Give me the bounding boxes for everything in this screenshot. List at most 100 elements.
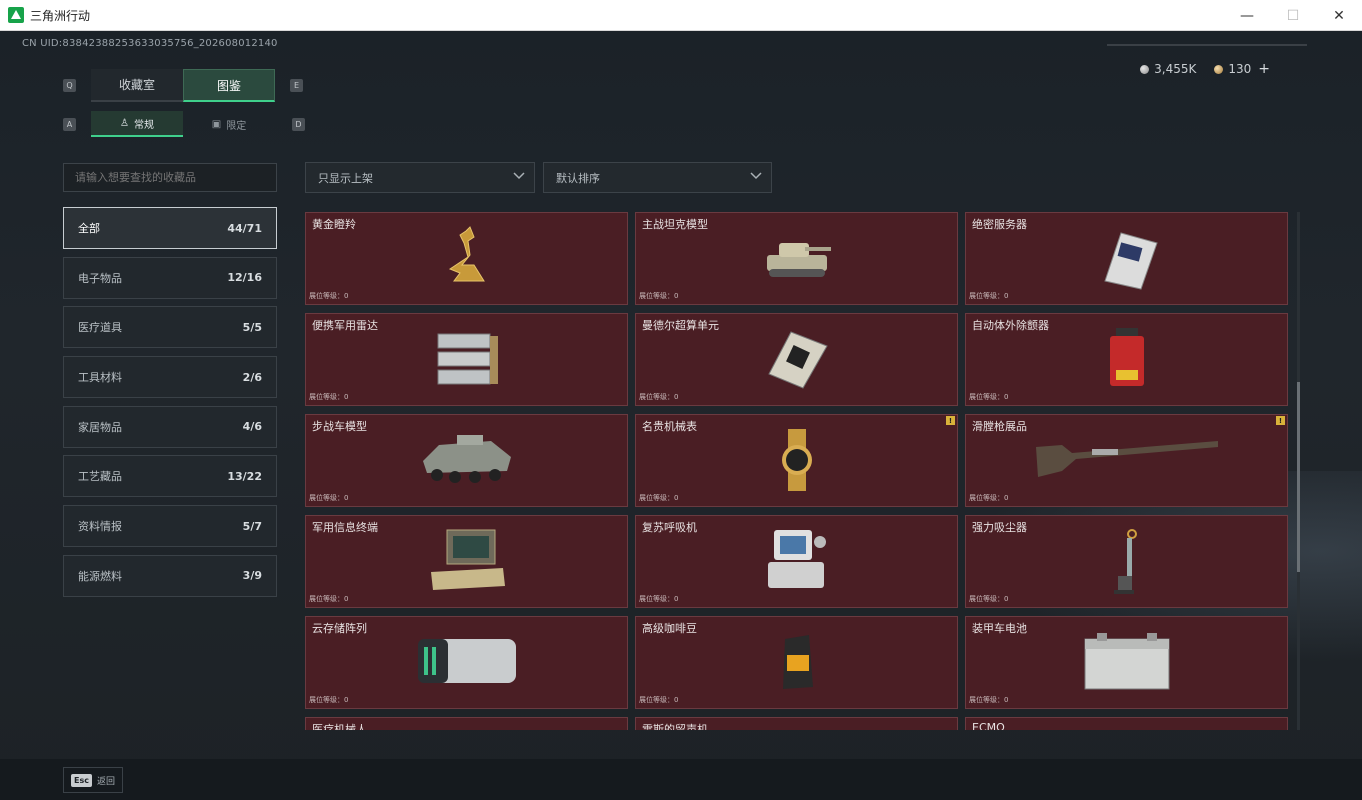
collection-item-card[interactable]: 复苏呼吸机 展位等级：0 <box>635 515 958 608</box>
chevron-down-icon <box>750 172 762 180</box>
category-item[interactable]: 家居物品 4/6 <box>63 405 277 448</box>
tab-collection-room[interactable]: 收藏室 <box>91 69 183 102</box>
search-input[interactable] <box>63 163 277 192</box>
terminal-icon <box>425 528 509 598</box>
collection-item-card[interactable]: ECMO <box>965 717 1288 730</box>
category-count: 4/6 <box>242 420 262 434</box>
collection-item-card[interactable]: 步战车模型展位等级：0 <box>305 414 628 507</box>
item-display-level: 展位等级：0 <box>969 393 1009 401</box>
collection-item-card[interactable]: 便携军用雷达展位等级：0 <box>305 313 628 406</box>
storage-array-icon <box>414 629 520 695</box>
category-count: 44/71 <box>227 221 262 235</box>
collection-item-card[interactable]: 高级咖啡豆 展位等级：0 <box>635 616 958 709</box>
sort-dropdown[interactable]: 默认排序 <box>543 162 772 193</box>
collection-item-card[interactable]: 名贵机械表展位等级：0! <box>635 414 958 507</box>
item-display-level: 展位等级：0 <box>969 292 1009 300</box>
watch-icon <box>772 427 822 497</box>
collection-item-card[interactable]: 黄金瞪羚展位等级：0 <box>305 212 628 305</box>
collection-item-card[interactable]: 装甲车电池 展位等级：0 <box>965 616 1288 709</box>
item-name: ECMO <box>972 721 1005 730</box>
filter-dropdown[interactable]: 只显示上架 <box>305 162 535 193</box>
item-display-level: 展位等级：0 <box>309 292 349 300</box>
musket-icon <box>1032 427 1222 485</box>
item-name: 高级咖啡豆 <box>642 622 697 635</box>
defibrillator-icon <box>1102 326 1152 396</box>
item-name: 云存储阵列 <box>312 622 367 635</box>
item-name: 主战坦克模型 <box>642 218 708 231</box>
item-name: 强力吸尘器 <box>972 521 1027 534</box>
filter-dropdown-value: 只显示上架 <box>318 171 373 185</box>
collection-item-card[interactable]: 主战坦克模型 展位等级：0 <box>635 212 958 305</box>
collection-item-card[interactable]: 绝密服务器展位等级：0 <box>965 212 1288 305</box>
minimize-button[interactable]: — <box>1224 0 1270 31</box>
collection-item-card[interactable]: 自动体外除颤器展位等级：0 <box>965 313 1288 406</box>
radar-icon <box>432 326 502 396</box>
subtab-regular[interactable]: ♙ 常规 <box>91 111 183 137</box>
category-count: 12/16 <box>227 271 262 285</box>
item-display-level: 展位等级：0 <box>309 696 349 704</box>
collection-item-card[interactable]: 军用信息终端展位等级：0 <box>305 515 628 608</box>
item-name: 自动体外除颤器 <box>972 319 1049 332</box>
silver-coin-icon <box>1140 64 1150 74</box>
alert-badge-icon: ! <box>946 416 955 425</box>
item-name: 绝密服务器 <box>972 218 1027 231</box>
item-display-level: 展位等级：0 <box>309 595 349 603</box>
item-display-level: 展位等级：0 <box>639 393 679 401</box>
category-label: 工艺藏品 <box>78 470 122 484</box>
tab-catalog[interactable]: 图鉴 <box>183 69 275 102</box>
item-name: 步战车模型 <box>312 420 367 433</box>
key-e-hint: E <box>290 79 303 92</box>
collection-item-card[interactable]: 医疗机械人 <box>305 717 628 730</box>
top-divider <box>1107 44 1307 46</box>
category-label: 家居物品 <box>78 420 122 434</box>
category-item[interactable]: 电子物品 12/16 <box>63 256 277 299</box>
category-item[interactable]: 资料情报 5/7 <box>63 505 277 548</box>
item-name: 黄金瞪羚 <box>312 218 356 231</box>
item-display-level: 展位等级：0 <box>309 393 349 401</box>
ventilator-icon <box>764 528 830 598</box>
scrollbar-thumb[interactable] <box>1297 382 1300 572</box>
item-name: 便携军用雷达 <box>312 319 378 332</box>
collection-item-card[interactable]: 滑膛枪展品 展位等级：0! <box>965 414 1288 507</box>
currency-bar: 3,455K 130 + <box>1140 61 1270 77</box>
vacuum-icon <box>1110 528 1144 602</box>
category-item[interactable]: 全部 44/71 <box>63 207 277 249</box>
item-name: 雷斯的留声机 <box>642 723 708 730</box>
esc-key-icon: Esc <box>71 773 92 787</box>
golden-gazelle-icon <box>432 225 502 295</box>
collection-item-card[interactable]: 曼德尔超算单元 展位等级：0 <box>635 313 958 406</box>
item-name: 名贵机械表 <box>642 420 697 433</box>
item-grid: 黄金瞪羚 展位等级：0 主战坦克模型 展位等级：0 绝密服务器 展位等级：0 便携军用雷达展… <box>305 212 1290 730</box>
close-button[interactable]: ✕ <box>1316 0 1362 31</box>
collection-item-card[interactable]: 云存储阵列展位等级：0 <box>305 616 628 709</box>
grid-scrollbar[interactable] <box>1297 212 1300 730</box>
item-name: 军用信息终端 <box>312 521 378 534</box>
bottom-bar: Esc 返回 <box>0 759 1362 800</box>
item-name: 装甲车电池 <box>972 622 1027 635</box>
item-display-level: 展位等级：0 <box>639 494 679 502</box>
category-label: 电子物品 <box>78 271 122 285</box>
gold-coin-icon <box>1214 64 1224 74</box>
category-label: 医疗道具 <box>78 321 122 335</box>
collection-item-card[interactable]: 强力吸尘器展位等级：0 <box>965 515 1288 608</box>
add-currency-button[interactable]: + <box>1258 61 1270 77</box>
back-button[interactable]: Esc 返回 <box>63 767 123 793</box>
category-count: 3/9 <box>242 569 262 583</box>
player-uid: CN UID:83842388253633035756_202608012140 <box>22 38 278 49</box>
alert-badge-icon: ! <box>1276 416 1285 425</box>
category-item[interactable]: 工具材料 2/6 <box>63 356 277 399</box>
window-title: 三角洲行动 <box>30 8 91 23</box>
item-name: 医疗机械人 <box>312 723 367 730</box>
subtab-limited[interactable]: ▣ 限定 <box>183 111 275 137</box>
sort-dropdown-value: 默认排序 <box>556 171 600 185</box>
item-display-level: 展位等级：0 <box>309 494 349 502</box>
category-item[interactable]: 工艺藏品 13/22 <box>63 455 277 498</box>
category-item[interactable]: 医疗道具 5/5 <box>63 306 277 349</box>
category-label: 能源燃料 <box>78 569 122 583</box>
collection-item-card[interactable]: 雷斯的留声机 <box>635 717 958 730</box>
category-item[interactable]: 能源燃料 3/9 <box>63 554 277 597</box>
item-display-level: 展位等级：0 <box>969 494 1009 502</box>
item-display-level: 展位等级：0 <box>969 595 1009 603</box>
maximize-button[interactable]: ☐ <box>1270 0 1316 31</box>
key-d-hint: D <box>292 118 305 131</box>
